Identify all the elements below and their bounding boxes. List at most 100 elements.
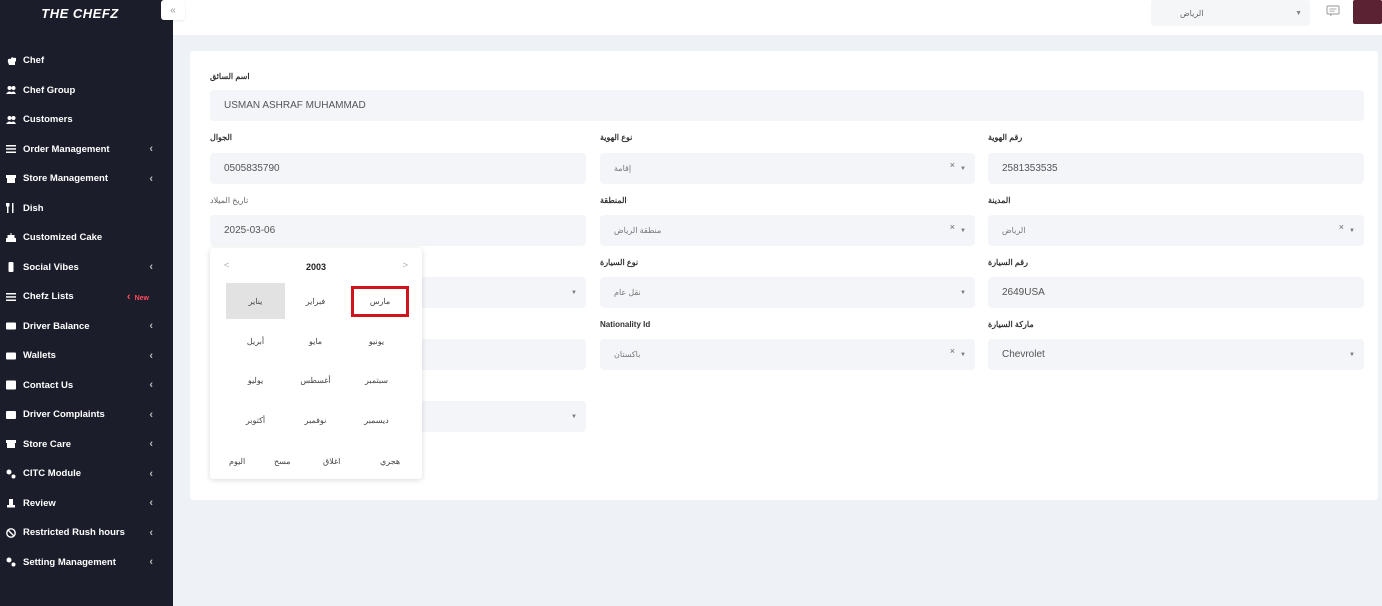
mobile-field[interactable]: 0505835790	[210, 153, 586, 184]
month-cell[interactable]: سبتمبر	[347, 362, 406, 398]
car-type-value: نقل عام	[614, 288, 641, 297]
chevron-left-icon: ‹	[149, 497, 153, 510]
sidebar-item-label: Store Management	[23, 173, 108, 185]
clear-button[interactable]: مسح	[274, 457, 291, 466]
chevron-left-icon: ‹	[126, 290, 131, 303]
nationality-select[interactable]: باكستان × ▼	[600, 339, 975, 370]
message-icon[interactable]	[1326, 5, 1340, 17]
month-cell[interactable]: نوفمبر	[286, 402, 345, 438]
complaint-icon	[5, 409, 17, 421]
city-select-field[interactable]: الرياض × ▼	[988, 215, 1364, 246]
sidebar-item-store-care[interactable]: Store Care ‹	[0, 430, 173, 460]
caret-down-icon: ▼	[1349, 227, 1355, 234]
sidebar-item-store-management[interactable]: Store Management ‹	[0, 164, 173, 194]
car-brand-value: Chevrolet	[1002, 349, 1045, 360]
sidebar-collapse-button[interactable]: «	[161, 0, 185, 20]
sidebar-item-wallets[interactable]: Wallets ‹	[0, 341, 173, 371]
sidebar-item-restricted-rush-hours[interactable]: Restricted Rush hours ‹	[0, 518, 173, 548]
city-select[interactable]: الرياض ▼	[1151, 0, 1310, 26]
caret-down-icon: ▼	[960, 351, 966, 358]
sidebar-item-driver-balance[interactable]: Driver Balance ‹	[0, 312, 173, 342]
driver-name-field[interactable]: USMAN ASHRAF MUHAMMAD	[210, 90, 1364, 121]
today-button[interactable]: اليوم	[229, 457, 245, 466]
caret-down-icon: ▼	[1295, 9, 1302, 17]
month-picker: < 2003 > يناير فبراير مارس أبريل مايو يو…	[210, 248, 422, 479]
sidebar-item-social-vibes[interactable]: Social Vibes ‹	[0, 253, 173, 283]
birth-date-field[interactable]: 2025-03-06	[210, 215, 586, 246]
new-badge: ‹ New	[127, 291, 149, 303]
picker-year[interactable]: 2003	[210, 262, 422, 272]
sidebar-item-label: Restricted Rush hours	[23, 527, 125, 539]
user-avatar[interactable]	[1353, 0, 1382, 24]
month-cell[interactable]: أكتوبر	[226, 402, 285, 438]
sidebar-item-label: Chef	[23, 55, 45, 67]
chevron-left-icon: ‹	[149, 349, 153, 362]
close-button[interactable]: اغلاق	[323, 457, 340, 466]
id-number-label: رقم الهوية	[988, 133, 1023, 142]
region-select[interactable]: منطقة الرياض × ▼	[600, 215, 975, 246]
wallet-icon	[5, 320, 17, 332]
month-cell-highlighted[interactable]: مارس	[351, 286, 409, 317]
chevron-left-icon: ‹	[149, 261, 153, 274]
caret-down-icon: ▼	[960, 227, 966, 234]
month-cell[interactable]: يوليو	[226, 362, 285, 398]
month-cell[interactable]: فبراير	[286, 283, 345, 319]
sidebar-item-label: Wallets	[23, 350, 56, 362]
month-cell[interactable]: مايو	[286, 323, 345, 359]
sidebar-item-label: Store Care	[23, 438, 72, 450]
clear-icon[interactable]: ×	[950, 160, 955, 170]
sidebar-item-customized-cake[interactable]: Customized Cake	[0, 223, 173, 253]
caret-down-icon: ▼	[960, 165, 966, 172]
id-type-label: نوع الهوية	[600, 133, 633, 142]
sidebar-item-label: Customized Cake	[23, 232, 103, 244]
chevron-left-icon: ‹	[149, 467, 153, 480]
sidebar-item-contact-us[interactable]: Contact Us ‹	[0, 371, 173, 401]
driver-name-label: اسم السائق	[210, 72, 250, 81]
sidebar-item-setting-management[interactable]: Setting Management ‹	[0, 548, 173, 578]
sidebar-item-chefz-lists[interactable]: Chefz Lists ‹ New	[0, 282, 173, 312]
month-cell[interactable]: يناير	[226, 283, 285, 319]
month-cell[interactable]: أغسطس	[286, 362, 345, 398]
list-icon	[5, 291, 17, 303]
sidebar-item-customers[interactable]: Customers	[0, 105, 173, 135]
car-brand-select[interactable]: Chevrolet ▼	[988, 339, 1364, 370]
clear-icon[interactable]: ×	[1339, 222, 1344, 232]
id-type-select[interactable]: إقامة × ▼	[600, 153, 975, 184]
month-cell[interactable]: ديسمبر	[347, 402, 406, 438]
sidebar-item-driver-complaints[interactable]: Driver Complaints ‹	[0, 400, 173, 430]
clear-icon[interactable]: ×	[950, 346, 955, 356]
sidebar-item-label: CITC Module	[23, 468, 82, 480]
city-value: الرياض	[1002, 226, 1026, 235]
city-select-value: الرياض	[1180, 8, 1204, 18]
next-year-button[interactable]: >	[403, 260, 408, 270]
store-icon	[5, 173, 17, 185]
month-cell[interactable]: يونيو	[347, 323, 406, 359]
sidebar-item-label: Review	[23, 497, 56, 509]
sidebar: THE CHEFZ Chef Chef Group Customers Order M…	[0, 0, 173, 606]
mobile-label: الجوال	[210, 133, 232, 142]
sidebar-item-label: Chefz Lists	[23, 291, 74, 303]
sidebar-item-citc-module[interactable]: CITC Module ‹	[0, 459, 173, 489]
nationality-label: Nationality Id	[600, 320, 651, 329]
chevron-left-icon: ‹	[149, 172, 153, 185]
cake-icon	[5, 232, 17, 244]
caret-down-icon: ▼	[571, 289, 577, 296]
hijri-toggle-button[interactable]: هجري	[380, 457, 400, 466]
chef-hat-icon	[5, 55, 17, 67]
badge-label: New	[134, 294, 149, 302]
sidebar-item-review[interactable]: Review ‹	[0, 489, 173, 519]
sidebar-item-dish[interactable]: Dish	[0, 194, 173, 224]
car-number-field[interactable]: 2649USA	[988, 277, 1364, 308]
sidebar-item-chef-group[interactable]: Chef Group	[0, 76, 173, 106]
review-icon	[5, 497, 17, 509]
month-cell[interactable]: أبريل	[226, 323, 285, 359]
chevron-left-icon: ‹	[149, 143, 153, 156]
id-number-field[interactable]: 2581353535	[988, 153, 1364, 184]
sidebar-item-order-management[interactable]: Order Management ‹	[0, 135, 173, 165]
chevron-left-icon: ‹	[149, 379, 153, 392]
sidebar-item-chef[interactable]: Chef	[0, 46, 173, 76]
sidebar-item-label: Social Vibes	[23, 261, 79, 273]
car-type-select[interactable]: نقل عام ▼	[600, 277, 975, 308]
clear-icon[interactable]: ×	[950, 222, 955, 232]
contact-icon	[5, 379, 17, 391]
